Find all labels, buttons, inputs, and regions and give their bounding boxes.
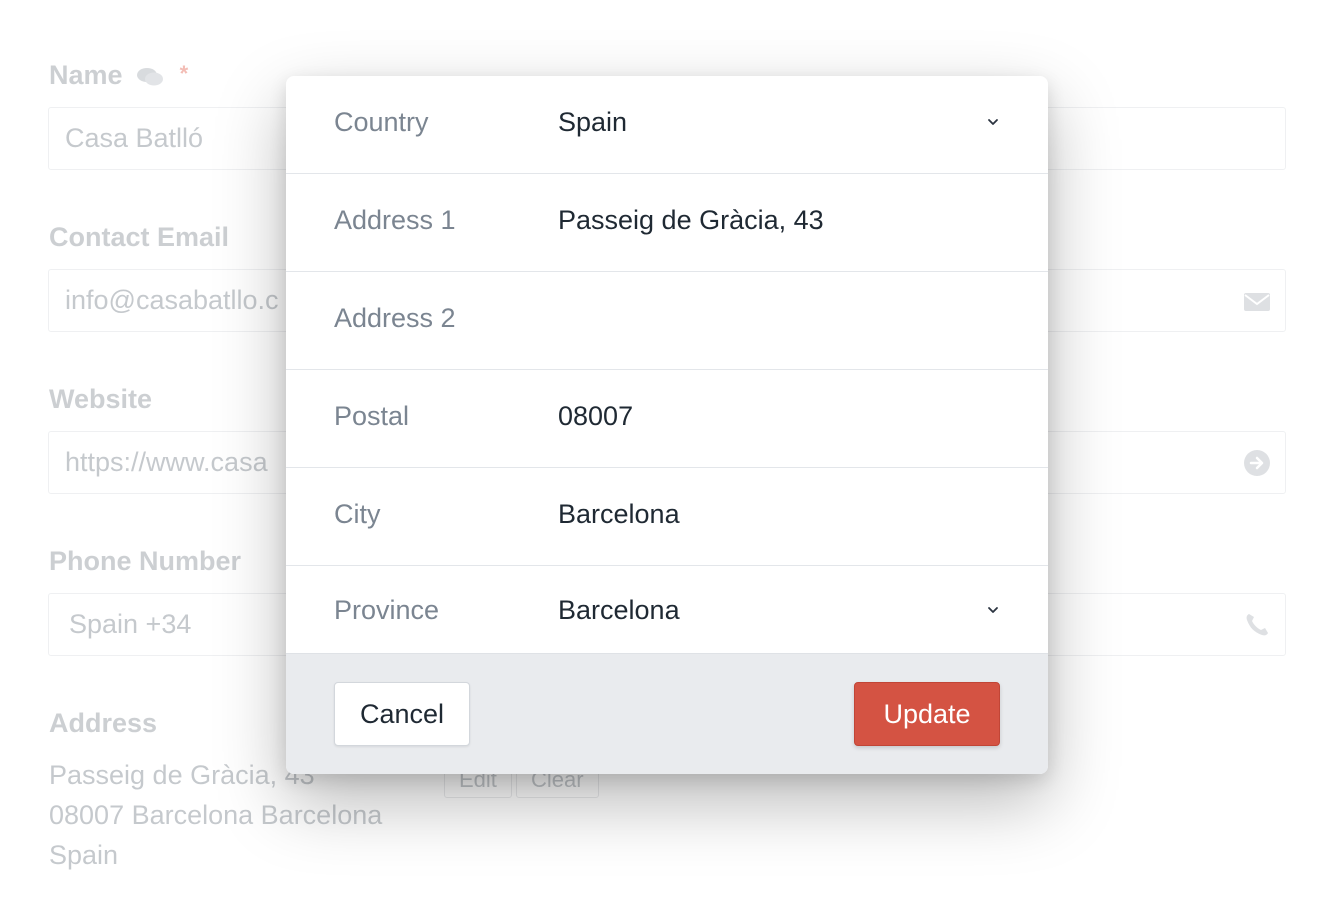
website-label: Website bbox=[49, 384, 153, 414]
postal-value: 08007 bbox=[558, 401, 634, 431]
website-value: https://www.casa bbox=[65, 447, 268, 477]
country-value: Spain bbox=[558, 107, 628, 137]
cancel-button[interactable]: Cancel bbox=[334, 682, 470, 746]
city-label: City bbox=[334, 499, 381, 529]
address1-label: Address 1 bbox=[334, 205, 456, 235]
address-line-1: Passeig de Gràcia, 43 bbox=[49, 760, 315, 790]
arrow-circle-right-icon bbox=[1244, 450, 1270, 476]
phone-number-value: Spain +34 bbox=[69, 609, 192, 639]
modal-footer: Cancel Update bbox=[286, 654, 1048, 774]
address-modal: Country Spain Address 1 Passeig de Gràci… bbox=[286, 76, 1048, 774]
province-value: Barcelona bbox=[558, 595, 680, 625]
chevron-down-icon bbox=[988, 607, 998, 613]
phone-icon bbox=[1246, 614, 1268, 636]
province-label: Province bbox=[334, 595, 440, 625]
address1-value: Passeig de Gràcia, 43 bbox=[558, 205, 824, 235]
phone-number-label: Phone Number bbox=[49, 546, 242, 576]
address-label: Address bbox=[49, 708, 158, 738]
province-select[interactable]: Province Barcelona bbox=[286, 566, 1048, 654]
postal-field[interactable]: Postal 08007 bbox=[286, 370, 1048, 468]
city-value: Barcelona bbox=[558, 499, 680, 529]
required-mark: * bbox=[179, 61, 189, 86]
address1-field[interactable]: Address 1 Passeig de Gràcia, 43 bbox=[286, 174, 1048, 272]
address-line-3: Spain bbox=[49, 840, 119, 870]
update-button[interactable]: Update bbox=[854, 682, 1000, 746]
country-label: Country bbox=[334, 107, 429, 137]
chevron-down-icon bbox=[988, 119, 998, 125]
contact-email-value: info@casabatllo.c bbox=[65, 285, 279, 315]
contact-email-label: Contact Email bbox=[49, 222, 230, 252]
country-select[interactable]: Country Spain bbox=[286, 76, 1048, 174]
name-label: Name * bbox=[49, 60, 189, 90]
address2-field[interactable]: Address 2 bbox=[286, 272, 1048, 370]
address2-label: Address 2 bbox=[334, 303, 456, 333]
comment-icon bbox=[137, 68, 164, 86]
city-field[interactable]: City Barcelona bbox=[286, 468, 1048, 566]
postal-label: Postal bbox=[334, 401, 410, 431]
envelope-icon bbox=[1244, 293, 1270, 311]
address-line-2: 08007 Barcelona Barcelona bbox=[49, 800, 383, 830]
